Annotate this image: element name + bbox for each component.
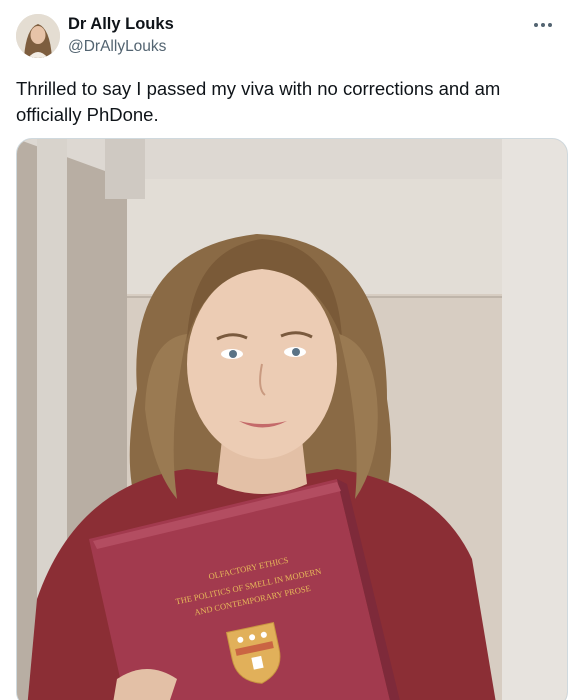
tweet-text: Thrilled to say I passed my viva with no…	[16, 78, 501, 125]
author-name[interactable]: Dr Ally Louks	[68, 15, 174, 34]
author-avatar[interactable]	[16, 14, 60, 58]
avatar-photo	[16, 14, 60, 58]
more-options-button[interactable]	[528, 14, 558, 36]
tweet-card: Dr Ally Louks @DrAllyLouks Thrilled to s…	[0, 0, 568, 700]
author-handle[interactable]: @DrAllyLouks	[68, 38, 166, 56]
tweet-photo[interactable]: OLFACTORY ETHICS THE POLITICS OF SMELL I…	[16, 138, 568, 700]
photo-illustration: OLFACTORY ETHICS THE POLITICS OF SMELL I…	[17, 139, 567, 700]
more-horizontal-icon	[534, 23, 552, 27]
